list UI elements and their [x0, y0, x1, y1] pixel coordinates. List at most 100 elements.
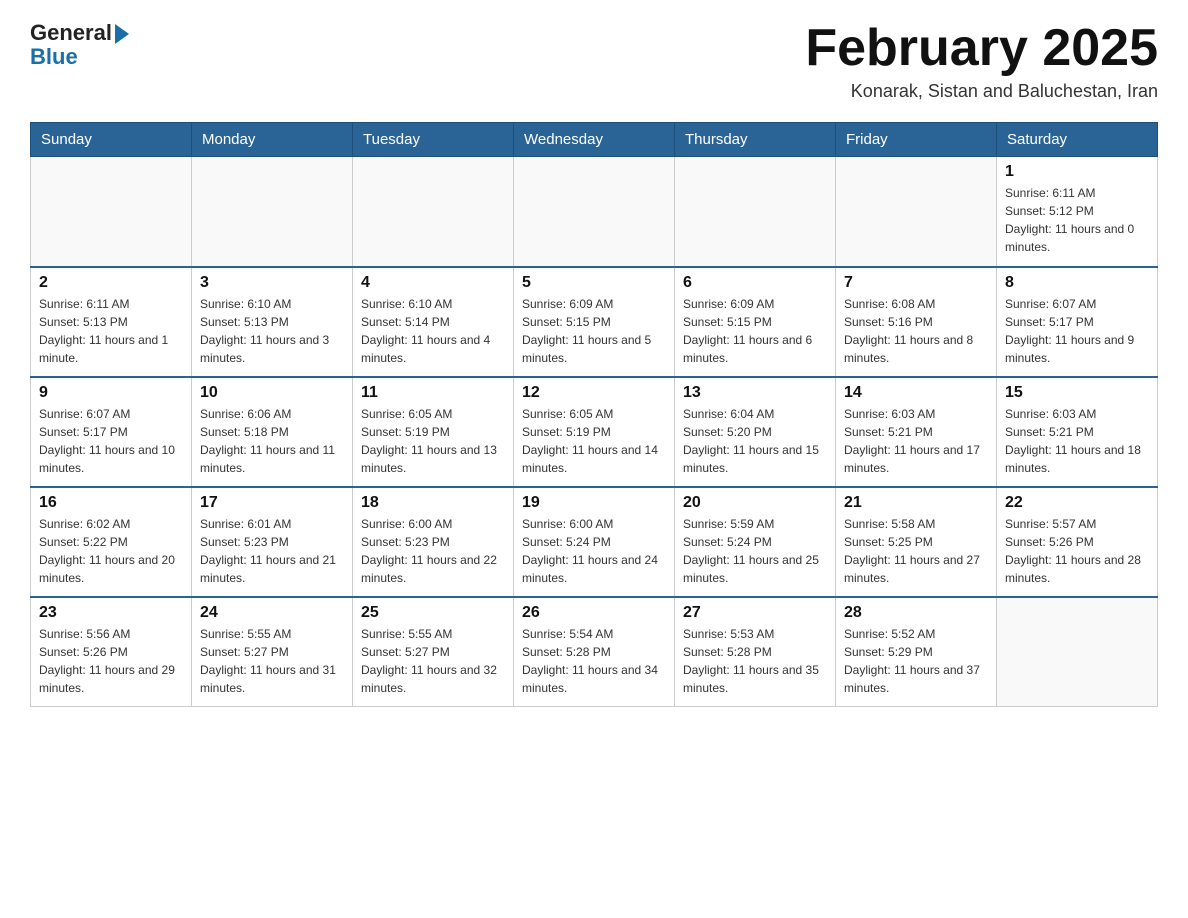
day-number: 1: [1005, 163, 1149, 181]
calendar-day-cell: [31, 157, 192, 267]
calendar-day-cell: 2 Sunrise: 6:11 AMSunset: 5:13 PMDaylight…: [31, 267, 192, 377]
calendar-day-cell: [514, 157, 675, 267]
page-header: General Blue February 2025 Konarak, Sist…: [30, 20, 1158, 102]
location-title: Konarak, Sistan and Baluchestan, Iran: [805, 81, 1158, 102]
calendar-day-cell: 20 Sunrise: 5:59 AMSunset: 5:24 PMDayligh…: [675, 487, 836, 597]
calendar-day-cell: 12 Sunrise: 6:05 AMSunset: 5:19 PMDayligh…: [514, 377, 675, 487]
calendar-day-cell: [353, 157, 514, 267]
calendar-table: SundayMondayTuesdayWednesdayThursdayFrid…: [30, 122, 1158, 707]
day-of-week-header: Friday: [836, 123, 997, 157]
day-number: 4: [361, 274, 505, 292]
calendar-day-cell: [675, 157, 836, 267]
day-number: 10: [200, 384, 344, 402]
day-info: Sunrise: 6:10 AMSunset: 5:13 PMDaylight:…: [200, 295, 344, 367]
day-info: Sunrise: 6:07 AMSunset: 5:17 PMDaylight:…: [1005, 295, 1149, 367]
calendar-day-cell: 13 Sunrise: 6:04 AMSunset: 5:20 PMDayligh…: [675, 377, 836, 487]
calendar-week-row: 2 Sunrise: 6:11 AMSunset: 5:13 PMDaylight…: [31, 267, 1158, 377]
calendar-day-cell: [836, 157, 997, 267]
calendar-day-cell: 25Sunrise: 5:55 AMSunset: 5:27 PMDayligh…: [353, 597, 514, 707]
day-number: 15: [1005, 384, 1149, 402]
calendar-day-cell: 1 Sunrise: 6:11 AMSunset: 5:12 PMDaylight…: [997, 157, 1158, 267]
day-info: Sunrise: 5:52 AMSunset: 5:29 PMDaylight:…: [844, 625, 988, 697]
calendar-day-cell: 17Sunrise: 6:01 AMSunset: 5:23 PMDayligh…: [192, 487, 353, 597]
day-number: 8: [1005, 274, 1149, 292]
day-info: Sunrise: 5:53 AMSunset: 5:28 PMDaylight:…: [683, 625, 827, 697]
day-info: Sunrise: 5:57 AMSunset: 5:26 PMDaylight:…: [1005, 515, 1149, 587]
calendar-week-row: 16 Sunrise: 6:02 AMSunset: 5:22 PMDayligh…: [31, 487, 1158, 597]
day-info: Sunrise: 5:56 AMSunset: 5:26 PMDaylight:…: [39, 625, 183, 697]
day-info: Sunrise: 6:03 AMSunset: 5:21 PMDaylight:…: [844, 405, 988, 477]
day-info: Sunrise: 6:06 AMSunset: 5:18 PMDaylight:…: [200, 405, 344, 477]
calendar-week-row: 23Sunrise: 5:56 AMSunset: 5:26 PMDayligh…: [31, 597, 1158, 707]
day-info: Sunrise: 6:09 AMSunset: 5:15 PMDaylight:…: [522, 295, 666, 367]
day-of-week-header: Wednesday: [514, 123, 675, 157]
day-info: Sunrise: 6:03 AMSunset: 5:21 PMDaylight:…: [1005, 405, 1149, 477]
day-number: 28: [844, 604, 988, 622]
day-info: Sunrise: 6:11 AMSunset: 5:12 PMDaylight:…: [1005, 184, 1149, 256]
day-info: Sunrise: 6:07 AMSunset: 5:17 PMDaylight:…: [39, 405, 183, 477]
calendar-day-cell: 10 Sunrise: 6:06 AMSunset: 5:18 PMDayligh…: [192, 377, 353, 487]
day-info: Sunrise: 5:55 AMSunset: 5:27 PMDaylight:…: [200, 625, 344, 697]
day-number: 12: [522, 384, 666, 402]
calendar-day-cell: 16 Sunrise: 6:02 AMSunset: 5:22 PMDayligh…: [31, 487, 192, 597]
day-number: 18: [361, 494, 505, 512]
calendar-day-cell: 11Sunrise: 6:05 AMSunset: 5:19 PMDayligh…: [353, 377, 514, 487]
day-number: 19: [522, 494, 666, 512]
day-info: Sunrise: 5:59 AMSunset: 5:24 PMDaylight:…: [683, 515, 827, 587]
calendar-day-cell: 4 Sunrise: 6:10 AMSunset: 5:14 PMDaylight…: [353, 267, 514, 377]
day-number: 3: [200, 274, 344, 292]
day-number: 13: [683, 384, 827, 402]
day-header-row: SundayMondayTuesdayWednesdayThursdayFrid…: [31, 123, 1158, 157]
calendar-header: SundayMondayTuesdayWednesdayThursdayFrid…: [31, 123, 1158, 157]
day-info: Sunrise: 6:11 AMSunset: 5:13 PMDaylight:…: [39, 295, 183, 367]
day-number: 27: [683, 604, 827, 622]
calendar-day-cell: 14 Sunrise: 6:03 AMSunset: 5:21 PMDayligh…: [836, 377, 997, 487]
day-number: 26: [522, 604, 666, 622]
day-number: 22: [1005, 494, 1149, 512]
day-info: Sunrise: 6:02 AMSunset: 5:22 PMDaylight:…: [39, 515, 183, 587]
calendar-day-cell: 8 Sunrise: 6:07 AMSunset: 5:17 PMDaylight…: [997, 267, 1158, 377]
day-info: Sunrise: 6:00 AMSunset: 5:24 PMDaylight:…: [522, 515, 666, 587]
day-of-week-header: Thursday: [675, 123, 836, 157]
calendar-body: 1 Sunrise: 6:11 AMSunset: 5:12 PMDaylight…: [31, 157, 1158, 707]
day-info: Sunrise: 6:05 AMSunset: 5:19 PMDaylight:…: [522, 405, 666, 477]
calendar-day-cell: 15 Sunrise: 6:03 AMSunset: 5:21 PMDayligh…: [997, 377, 1158, 487]
day-info: Sunrise: 6:00 AMSunset: 5:23 PMDaylight:…: [361, 515, 505, 587]
day-number: 16: [39, 494, 183, 512]
day-number: 11: [361, 384, 505, 402]
day-number: 24: [200, 604, 344, 622]
calendar-day-cell: 9Sunrise: 6:07 AMSunset: 5:17 PMDaylight…: [31, 377, 192, 487]
day-number: 7: [844, 274, 988, 292]
day-info: Sunrise: 6:10 AMSunset: 5:14 PMDaylight:…: [361, 295, 505, 367]
logo-blue-text: Blue: [30, 44, 78, 70]
calendar-day-cell: 24 Sunrise: 5:55 AMSunset: 5:27 PMDayligh…: [192, 597, 353, 707]
day-number: 6: [683, 274, 827, 292]
calendar-day-cell: 7Sunrise: 6:08 AMSunset: 5:16 PMDaylight…: [836, 267, 997, 377]
day-number: 5: [522, 274, 666, 292]
day-number: 20: [683, 494, 827, 512]
day-info: Sunrise: 6:04 AMSunset: 5:20 PMDaylight:…: [683, 405, 827, 477]
title-block: February 2025 Konarak, Sistan and Baluch…: [805, 20, 1158, 102]
calendar-day-cell: [192, 157, 353, 267]
calendar-day-cell: 22 Sunrise: 5:57 AMSunset: 5:26 PMDayligh…: [997, 487, 1158, 597]
calendar-day-cell: 27 Sunrise: 5:53 AMSunset: 5:28 PMDayligh…: [675, 597, 836, 707]
calendar-week-row: 9Sunrise: 6:07 AMSunset: 5:17 PMDaylight…: [31, 377, 1158, 487]
calendar-day-cell: 18 Sunrise: 6:00 AMSunset: 5:23 PMDayligh…: [353, 487, 514, 597]
logo: General Blue: [30, 20, 129, 70]
day-of-week-header: Sunday: [31, 123, 192, 157]
day-info: Sunrise: 6:09 AMSunset: 5:15 PMDaylight:…: [683, 295, 827, 367]
logo-arrow-icon: [115, 24, 129, 44]
day-number: 14: [844, 384, 988, 402]
day-number: 2: [39, 274, 183, 292]
day-info: Sunrise: 6:01 AMSunset: 5:23 PMDaylight:…: [200, 515, 344, 587]
calendar-week-row: 1 Sunrise: 6:11 AMSunset: 5:12 PMDaylight…: [31, 157, 1158, 267]
calendar-day-cell: 21Sunrise: 5:58 AMSunset: 5:25 PMDayligh…: [836, 487, 997, 597]
day-of-week-header: Saturday: [997, 123, 1158, 157]
day-of-week-header: Monday: [192, 123, 353, 157]
logo-general-text: General: [30, 20, 112, 46]
calendar-day-cell: [997, 597, 1158, 707]
calendar-day-cell: 3 Sunrise: 6:10 AMSunset: 5:13 PMDaylight…: [192, 267, 353, 377]
calendar-day-cell: 19 Sunrise: 6:00 AMSunset: 5:24 PMDayligh…: [514, 487, 675, 597]
day-info: Sunrise: 5:58 AMSunset: 5:25 PMDaylight:…: [844, 515, 988, 587]
day-number: 25: [361, 604, 505, 622]
